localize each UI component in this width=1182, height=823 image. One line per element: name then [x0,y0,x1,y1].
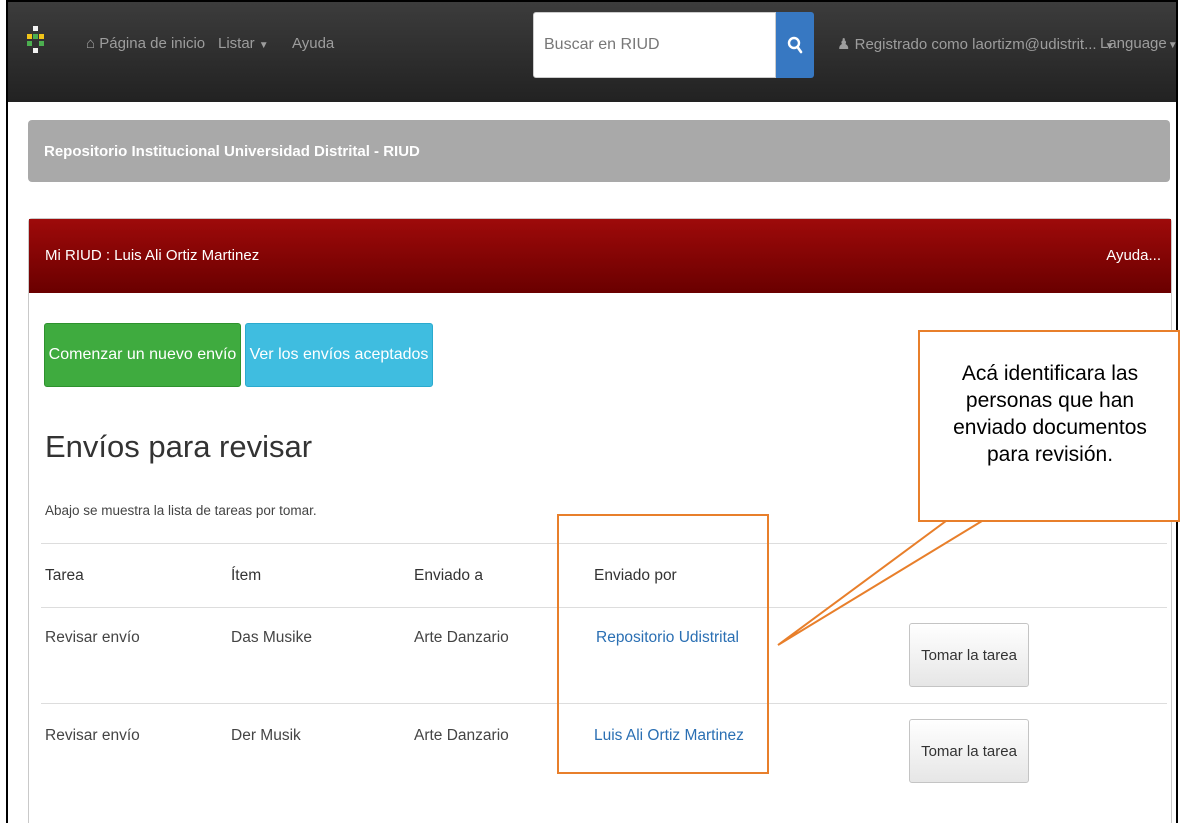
breadcrumb-title[interactable]: Repositorio Institucional Universidad Di… [44,143,420,160]
riud-logo-icon[interactable] [26,24,46,66]
column-header-item: Ítem [231,567,262,584]
column-header-sent-to: Enviado a [414,567,483,584]
search-button[interactable] [776,12,814,78]
panel-title: Mi RIUD : Luis Ali Ortiz Martinez [45,247,260,264]
take-task-button[interactable]: Tomar la tarea [909,719,1029,783]
user-icon: ♟ [837,36,851,53]
nav-browse-dropdown[interactable]: Listar ▼ [218,35,269,52]
take-task-label: Tomar la tarea [921,742,1017,760]
sent-by-highlight-box [557,514,769,774]
nav-help-label: Ayuda [292,35,335,52]
nav-language-dropdown[interactable]: Language▼ [1100,35,1178,52]
nav-home[interactable]: ⌂ Página de inicio [86,35,205,52]
take-task-label: Tomar la tarea [921,646,1017,664]
caret-down-icon: ▼ [1167,40,1178,51]
cell-item: Das Musike [231,629,312,646]
nav-browse-label: Listar [218,35,255,52]
search-placeholder: Buscar en RIUD [544,36,660,53]
nav-language-label: Language [1100,35,1167,52]
accepted-submissions-label: Ver los envíos aceptados [249,346,429,363]
panel-header: Mi RIUD : Luis Ali Ortiz Martinez Ayuda.… [29,219,1171,293]
home-icon: ⌂ [86,35,96,52]
nav-home-label: Página de inicio [99,35,206,52]
take-task-button[interactable]: Tomar la tarea [909,623,1029,687]
search-icon [787,36,803,54]
top-navbar: ⌂ Página de inicio Listar ▼ Ayuda Buscar … [8,2,1176,102]
search-input[interactable]: Buscar en RIUD [533,12,776,78]
nav-user-dropdown[interactable]: ♟ Registrado como laortizm@udistrit... ▼ [837,35,1115,53]
breadcrumb: Repositorio Institucional Universidad Di… [28,120,1170,182]
new-submission-button[interactable]: Comenzar un nuevo envío [44,323,241,387]
new-submission-label: Comenzar un nuevo envío [48,346,237,363]
cell-task: Revisar envío [45,629,140,646]
section-title: Envíos para revisar [45,429,313,464]
caret-down-icon: ▼ [258,40,269,51]
annotation-callout: Acá identificara las personas que han en… [918,330,1180,522]
cell-sent-to: Arte Danzario [414,629,509,646]
column-header-task: Tarea [45,567,84,584]
cell-task: Revisar envío [45,727,140,744]
cell-sent-to: Arte Danzario [414,727,509,744]
annotation-text: Acá identificara las personas que han en… [953,362,1147,466]
cell-item: Der Musik [231,727,301,744]
nav-user-label: Registrado como laortizm@udistrit... [854,36,1097,53]
section-subtitle: Abajo se muestra la lista de tareas por … [45,503,317,518]
nav-help[interactable]: Ayuda [292,35,334,52]
panel-help-link[interactable]: Ayuda... [1106,247,1161,264]
accepted-submissions-button[interactable]: Ver los envíos aceptados [245,323,433,387]
